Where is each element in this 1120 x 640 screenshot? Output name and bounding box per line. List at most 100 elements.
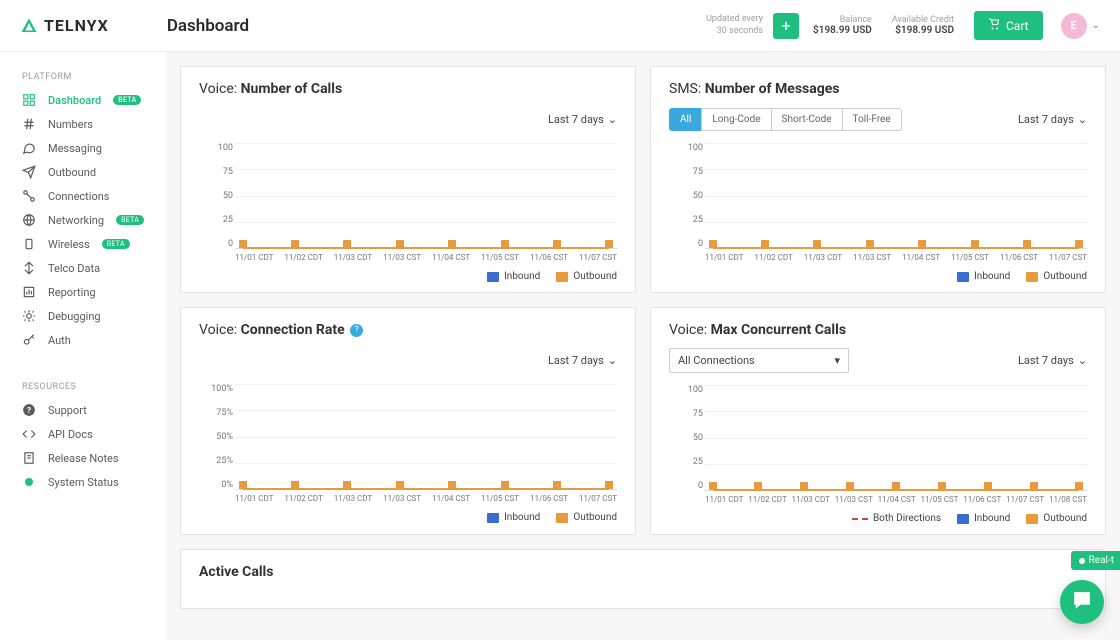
legend: Inbound Outbound	[669, 271, 1087, 282]
connections-icon	[22, 189, 36, 203]
sidebar-item-auth[interactable]: Auth	[0, 328, 166, 352]
data-marker	[291, 240, 299, 248]
filter-tab-all[interactable]: All	[669, 108, 702, 131]
range-dropdown[interactable]: Last 7 days ⌄	[1018, 113, 1087, 126]
networking-icon	[22, 213, 36, 227]
data-marker	[396, 481, 404, 489]
data-marker	[846, 482, 854, 490]
beta-badge: BETA	[113, 95, 141, 105]
updated-label: Updated every 30 seconds	[706, 14, 763, 37]
legend-dash-both	[852, 518, 868, 520]
data-marker	[239, 240, 247, 248]
sidebar-item-debugging[interactable]: Debugging	[0, 304, 166, 328]
y-tick: 50	[199, 191, 233, 201]
data-marker	[501, 481, 509, 489]
y-tick: 75	[669, 409, 703, 419]
data-marker	[938, 482, 946, 490]
sms-filter-tabs: AllLong-CodeShort-CodeToll-Free	[669, 108, 902, 131]
x-tick: 11/02 CDT	[284, 253, 322, 262]
legend-swatch-inbound	[487, 272, 499, 282]
intercom-launcher[interactable]	[1060, 580, 1104, 624]
card-voice-calls: Voice: Number of Calls Last 7 days ⌄ 100…	[180, 66, 636, 293]
range-dropdown[interactable]: Last 7 days ⌄	[548, 354, 617, 367]
x-tick: 11/03 CDT	[334, 494, 372, 503]
sidebar-item-telco-data[interactable]: Telco Data	[0, 256, 166, 280]
support-icon: ?	[22, 403, 36, 417]
sidebar-heading-platform: PLATFORM	[0, 66, 166, 88]
chart-plot	[705, 143, 1087, 249]
x-tick: 11/03 CST	[383, 494, 421, 503]
y-tick: 75	[199, 167, 233, 177]
filter-tab-shortcode[interactable]: Short-Code	[771, 108, 843, 131]
sidebar-item-connections[interactable]: Connections	[0, 184, 166, 208]
card-title: Active Calls	[199, 564, 1087, 580]
data-marker	[501, 240, 509, 248]
add-credit-button[interactable]: +	[773, 13, 799, 39]
logo[interactable]: TELNYX	[20, 16, 109, 35]
y-tick: 0	[199, 239, 233, 249]
card-title: Voice: Connection Rate ?	[199, 322, 617, 338]
sidebar-item-label: Support	[48, 404, 87, 417]
y-tick: 100	[669, 143, 703, 153]
range-dropdown[interactable]: Last 7 days ⌄	[548, 113, 617, 126]
cart-button[interactable]: Cart	[974, 11, 1043, 40]
connections-dropdown[interactable]: All Connections ▾	[669, 348, 849, 373]
wireless-icon	[22, 237, 36, 251]
data-marker	[239, 481, 247, 489]
x-tick: 11/07 CST	[1049, 253, 1087, 262]
legend-swatch-outbound	[556, 513, 568, 523]
sidebar-item-outbound[interactable]: Outbound	[0, 160, 166, 184]
sidebar-item-numbers[interactable]: Numbers	[0, 112, 166, 136]
sidebar-item-messaging[interactable]: Messaging	[0, 136, 166, 160]
data-marker	[1023, 240, 1031, 248]
realtime-tag[interactable]: Real-t	[1071, 551, 1120, 570]
sidebar-item-dashboard[interactable]: Dashboard BETA	[0, 88, 166, 112]
x-tick: 11/01 CDT	[705, 495, 743, 504]
y-tick: 25	[199, 215, 233, 225]
x-tick: 11/06 CST	[530, 494, 568, 503]
x-tick: 11/04 CST	[902, 253, 940, 262]
x-tick: 11/07 CST	[579, 253, 617, 262]
chevron-down-icon[interactable]: ⌄	[1092, 20, 1100, 31]
y-tick: 50%	[199, 432, 233, 442]
sidebar-item-api-docs[interactable]: API Docs	[0, 422, 166, 446]
sidebar-item-label: Release Notes	[48, 452, 119, 465]
x-tick: 11/05 CST	[481, 253, 519, 262]
y-tick: 100	[669, 385, 703, 395]
data-marker	[605, 240, 613, 248]
card-title: Voice: Number of Calls	[199, 81, 617, 97]
sidebar-item-wireless[interactable]: Wireless BETA	[0, 232, 166, 256]
y-tick: 75%	[199, 408, 233, 418]
chart-plot	[705, 385, 1087, 491]
y-tick: 0	[669, 481, 703, 491]
x-tick: 11/05 CST	[920, 495, 958, 504]
sidebar-item-label: Auth	[48, 334, 71, 347]
filter-tab-longcode[interactable]: Long-Code	[701, 108, 771, 131]
avatar[interactable]: E	[1061, 13, 1087, 39]
sidebar-item-reporting[interactable]: Reporting	[0, 280, 166, 304]
data-marker	[918, 240, 926, 248]
range-dropdown[interactable]: Last 7 days ⌄	[1018, 354, 1087, 367]
sidebar-item-system-status[interactable]: System Status	[0, 470, 166, 494]
debugging-icon	[22, 309, 36, 323]
sidebar-item-support[interactable]: ? Support	[0, 398, 166, 422]
legend-swatch-inbound	[957, 514, 969, 524]
filter-tab-tollfree[interactable]: Toll-Free	[842, 108, 902, 131]
data-marker	[605, 481, 613, 489]
data-marker	[1030, 482, 1038, 490]
status-dot-icon	[22, 475, 36, 489]
sidebar-item-release-notes[interactable]: Release Notes	[0, 446, 166, 470]
y-tick: 0%	[199, 480, 233, 490]
x-tick: 11/06 CST	[1000, 253, 1038, 262]
sidebar-item-label: Reporting	[48, 286, 96, 299]
sidebar-item-networking[interactable]: Networking BETA	[0, 208, 166, 232]
legend-swatch-outbound	[1026, 514, 1038, 524]
sidebar-item-label: Messaging	[48, 142, 102, 155]
data-marker	[709, 240, 717, 248]
legend-swatch-outbound	[1026, 272, 1038, 282]
chevron-down-icon: ▾	[834, 354, 840, 367]
chevron-down-icon: ⌄	[1078, 354, 1087, 367]
x-tick: 11/06 CST	[530, 253, 568, 262]
help-icon[interactable]: ?	[350, 324, 363, 337]
chevron-down-icon: ⌄	[1078, 113, 1087, 126]
